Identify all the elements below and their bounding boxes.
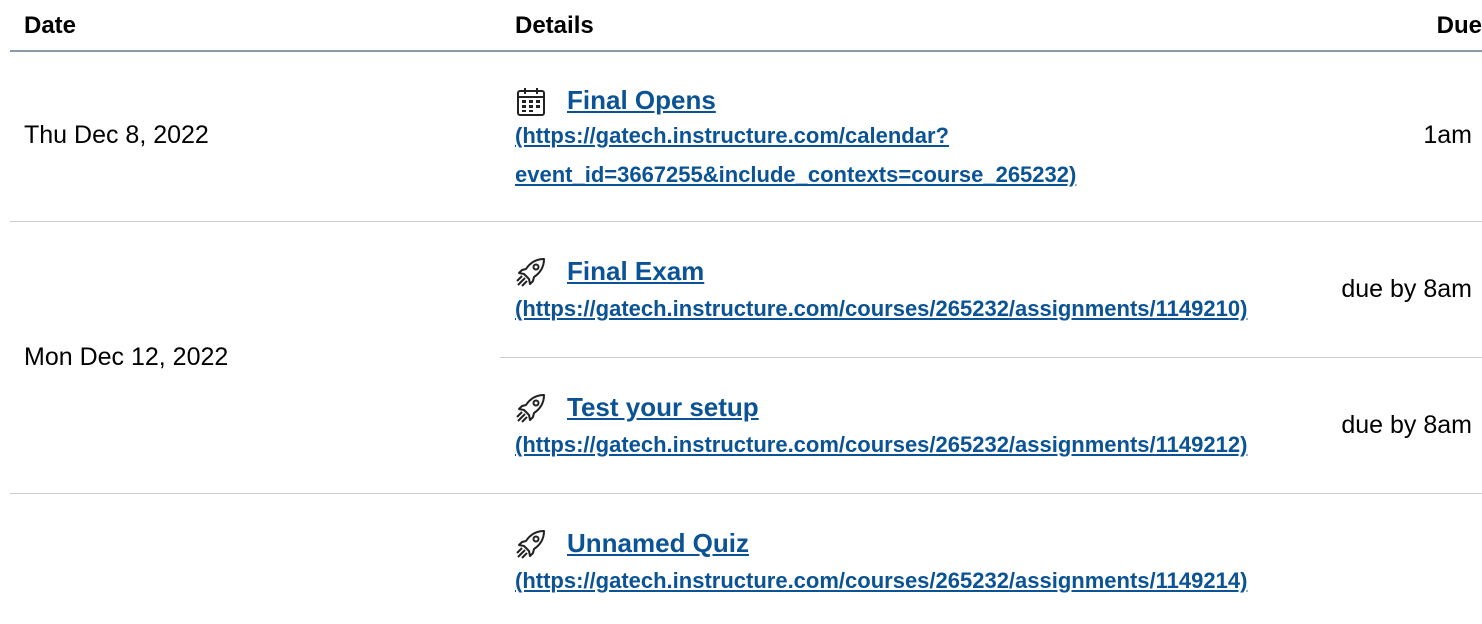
event-divider [500, 357, 1482, 358]
event-title-link[interactable]: Final Exam [567, 256, 704, 287]
column-header-due: Due [1436, 12, 1482, 39]
event-url-link[interactable]: (https://gatech.instructure.com/courses/… [515, 291, 1247, 327]
date-cell: Mon Dec 12, 2022 [24, 343, 229, 371]
event-url-link[interactable]: (https://gatech.instructure.com/calendar… [515, 118, 949, 154]
calendar-icon [515, 86, 547, 118]
column-header-details: Details [515, 12, 594, 39]
column-header-date: Date [24, 12, 77, 39]
due-time: due by 8am [1341, 275, 1472, 303]
event-url-link[interactable]: (https://gatech.instructure.com/courses/… [515, 563, 1247, 599]
event-title-link[interactable]: Test your setup [567, 392, 759, 423]
row-divider [10, 493, 1482, 494]
date-cell: Thu Dec 8, 2022 [24, 121, 209, 149]
event-title-link[interactable]: Unnamed Quiz [567, 528, 749, 559]
row-divider [10, 221, 1482, 222]
event-url-link[interactable]: (https://gatech.instructure.com/courses/… [515, 427, 1247, 463]
rocket-icon [515, 256, 547, 288]
rocket-icon [515, 528, 547, 560]
due-time: 1am [1423, 121, 1472, 149]
table-header: Date Details Due [10, 0, 1482, 52]
event-title-link[interactable]: Final Opens [567, 85, 716, 116]
due-time: due by 8am [1341, 411, 1472, 439]
rocket-icon [515, 392, 547, 424]
event-url-link-continued[interactable]: event_id=3667255&include_contexts=course… [515, 157, 1076, 193]
